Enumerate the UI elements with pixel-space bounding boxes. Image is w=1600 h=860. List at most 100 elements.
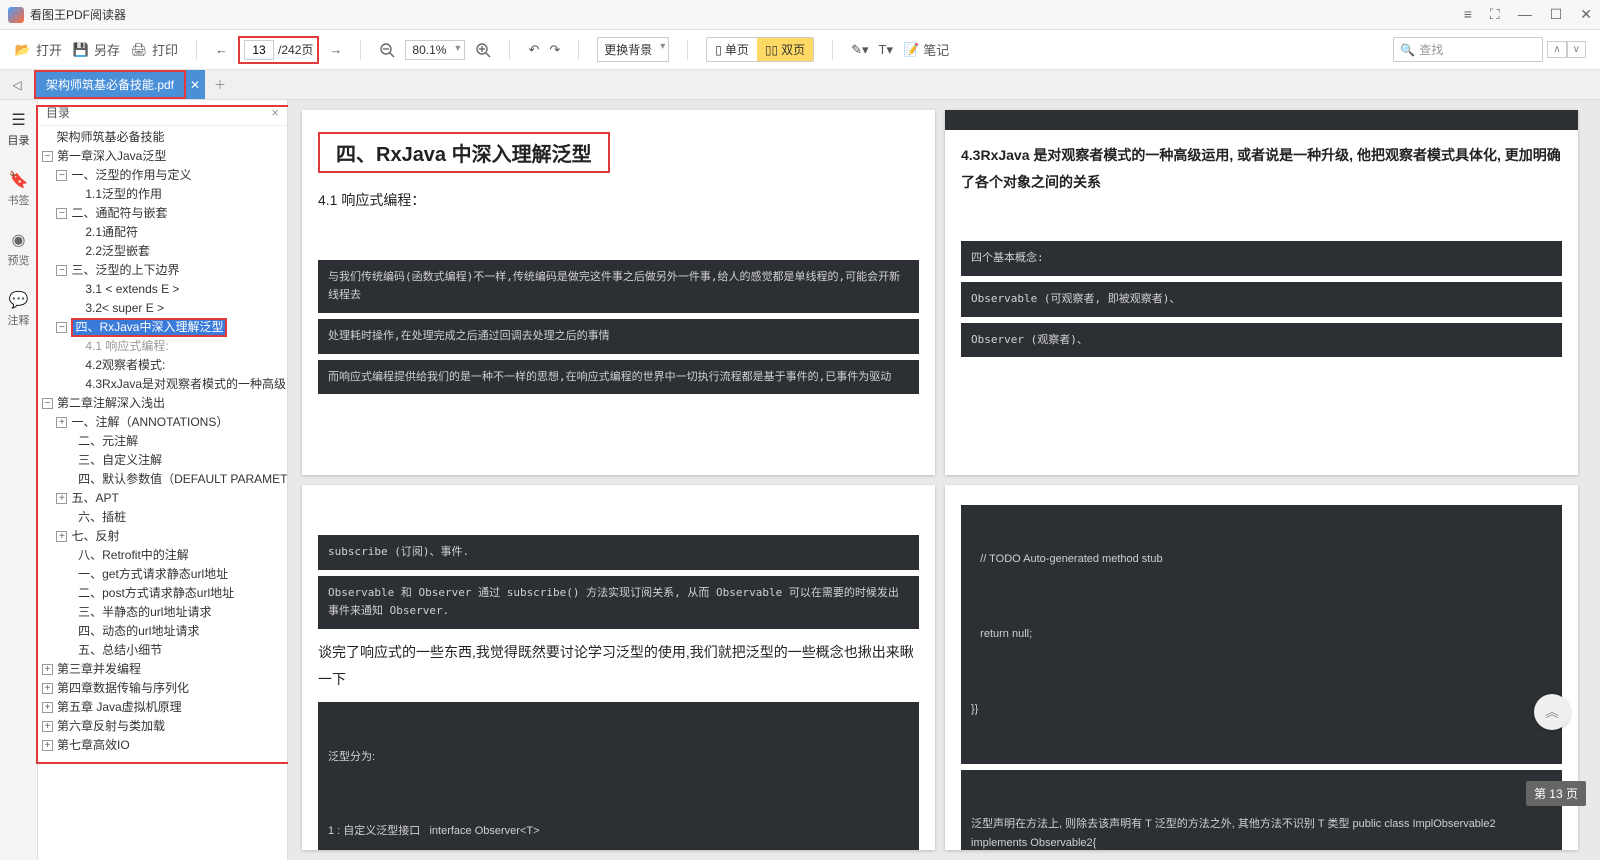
toc-item[interactable]: 三、自定义注解: [42, 451, 285, 470]
toc-item[interactable]: 3.1 < extends E >: [42, 280, 285, 299]
print-button[interactable]: 🖨打印: [130, 40, 178, 59]
code-block: 泛型分为: 1 : 自定义泛型接口 interface Observer<T> …: [318, 702, 919, 850]
toc-item[interactable]: 四、动态的url地址请求: [42, 622, 285, 641]
toc-ch2[interactable]: −第二章注解深入浅出: [42, 394, 285, 413]
rail-toc[interactable]: ☰目录: [8, 110, 30, 148]
toc-item[interactable]: 二、元注解: [42, 432, 285, 451]
save-icon: 💾: [72, 41, 90, 59]
toc-item[interactable]: 4.2观察者模式:: [42, 356, 285, 375]
app-title: 看图王PDF阅读器: [30, 6, 126, 23]
toc-item[interactable]: 八、Retrofit中的注解: [42, 546, 285, 565]
undo-button[interactable]: ↶: [528, 42, 539, 58]
body-text: 4.3RxJava 是对观察者模式的一种高级运用, 或者说是一种升级, 他把观察…: [961, 142, 1562, 195]
view-toggle: ▯单页 ▯▯双页: [706, 37, 814, 62]
toc-item[interactable]: −三、泛型的上下边界: [42, 261, 285, 280]
toc-item[interactable]: 二、post方式请求静态url地址: [42, 584, 285, 603]
close-icon[interactable]: ✕: [1580, 6, 1592, 23]
menu-icon[interactable]: ≡: [1464, 6, 1472, 23]
single-page-button[interactable]: ▯单页: [707, 38, 757, 61]
maximize-icon[interactable]: ☐: [1550, 6, 1563, 23]
zoom-select[interactable]: 80.1%: [405, 40, 465, 60]
toc-item[interactable]: 三、半静态的url地址请求: [42, 603, 285, 622]
page-bottom-right: // TODO Auto-generated method stub retur…: [945, 485, 1578, 850]
code-block: // TODO Auto-generated method stub retur…: [961, 505, 1562, 764]
bookmark-icon: 🔖: [9, 170, 29, 190]
toolbar: 📂打开 💾另存 🖨打印 ← /242页 → 80.1% ↶ ↷ 更换背景 ▯单页…: [0, 30, 1600, 70]
page-area[interactable]: 四、RxJava 中深入理解泛型 4.1 响应式编程： 与我们传统编码(函数式编…: [288, 100, 1600, 860]
toc-item[interactable]: 4.3RxJava是对观察者模式的一种高级: [42, 375, 285, 394]
new-tab-button[interactable]: ＋: [205, 70, 235, 99]
redo-button[interactable]: ↷: [549, 42, 560, 58]
double-page-icon: ▯▯: [765, 43, 778, 57]
toc-item[interactable]: 一、get方式请求静态url地址: [42, 565, 285, 584]
toc-item[interactable]: 3.2< super E >: [42, 299, 285, 318]
toc-item[interactable]: +七、反射: [42, 527, 285, 546]
tab-close-button[interactable]: ✕: [185, 70, 205, 99]
toc-ch1[interactable]: −第一章深入Java泛型: [42, 147, 285, 166]
toc-item[interactable]: 五、总结小细节: [42, 641, 285, 660]
next-page-button[interactable]: →: [329, 42, 342, 57]
saveas-button[interactable]: 💾另存: [72, 40, 120, 59]
zoom-in-button[interactable]: [475, 42, 491, 58]
toc-item[interactable]: 2.2泛型嵌套: [42, 242, 285, 261]
double-page-button[interactable]: ▯▯双页: [757, 38, 813, 61]
code-block: 而响应式编程提供给我们的是一种不一样的思想,在响应式编程的世界中一切执行流程都是…: [318, 360, 919, 395]
toc-icon: ☰: [11, 110, 25, 130]
code-block: 泛型声明在方法上, 则除去该声明有 T 泛型的方法之外, 其他方法不识别 T 类…: [961, 770, 1562, 850]
toc-ch3[interactable]: +第三章并发编程: [42, 660, 285, 679]
code-block: Observer (观察者)、: [961, 323, 1562, 358]
toc-close-button[interactable]: ×: [271, 105, 279, 120]
folder-icon: 📂: [14, 41, 32, 59]
toc-item[interactable]: 1.1泛型的作用: [42, 185, 285, 204]
code-block: 四个基本概念:: [961, 241, 1562, 276]
toc-ch6[interactable]: +第六章反射与类加载: [42, 717, 285, 736]
notes-icon: 📝: [903, 42, 919, 58]
page-number-box: /242页: [238, 36, 319, 64]
rail-bookmark[interactable]: 🔖书签: [8, 170, 30, 208]
toc-item[interactable]: 4.1 响应式编程:: [42, 337, 285, 356]
search-input[interactable]: 🔍 查找: [1393, 37, 1543, 62]
rail-annot[interactable]: 💬注释: [8, 290, 30, 328]
notes-button[interactable]: 📝笔记: [903, 40, 949, 59]
toc-ch7[interactable]: +第七章高效IO: [42, 736, 285, 755]
background-select[interactable]: 更换背景: [597, 37, 669, 62]
page-top-right: 4.3RxJava 是对观察者模式的一种高级运用, 或者说是一种升级, 他把观察…: [945, 110, 1578, 475]
toc-item[interactable]: −一、泛型的作用与定义: [42, 166, 285, 185]
open-button[interactable]: 📂打开: [14, 40, 62, 59]
highlight-button[interactable]: ✎▾: [851, 42, 868, 58]
fullscreen-icon[interactable]: ⛶: [1490, 6, 1500, 23]
left-rail: ☰目录 🔖书签 ◉预览 💬注释: [0, 100, 38, 860]
code-block: 与我们传统编码(函数式编程)不一样,传统编码是做完这件事之后做另外一件事,给人的…: [318, 260, 919, 313]
toc-item[interactable]: 四、默认参数值（DEFAULT PARAMETE: [42, 470, 285, 489]
toc-item[interactable]: 2.1通配符: [42, 223, 285, 242]
toc-item[interactable]: +一、注解（ANNOTATIONS）: [42, 413, 285, 432]
rail-preview[interactable]: ◉预览: [8, 230, 30, 268]
toc-ch5[interactable]: +第五章 Java虚拟机原理: [42, 698, 285, 717]
toc-ch4[interactable]: +第四章数据传输与序列化: [42, 679, 285, 698]
toc-item[interactable]: −二、通配符与嵌套: [42, 204, 285, 223]
toc-root[interactable]: 架构师筑基必备技能: [42, 128, 285, 147]
toc-header: 目录 ×: [38, 100, 287, 126]
app-icon: [8, 7, 24, 23]
minimize-icon[interactable]: —: [1518, 6, 1532, 23]
body-text: 谈完了响应式的一些东西,我觉得既然要讨论学习泛型的使用,我们就把泛型的一些概念也…: [318, 639, 919, 692]
annot-icon: 💬: [9, 290, 29, 310]
code-block: Observable (可观察者, 即被观察者)、: [961, 282, 1562, 317]
toc-title: 目录: [46, 104, 70, 121]
search-next-button[interactable]: ∨: [1567, 41, 1586, 58]
page-input[interactable]: [244, 40, 274, 60]
page-total: /242页: [278, 41, 313, 58]
back-to-top-button[interactable]: ︽: [1534, 694, 1570, 730]
text-button[interactable]: T▾: [879, 42, 893, 58]
window-controls: ≡ ⛶ — ☐ ✕: [1464, 6, 1592, 23]
collapse-sidebar-button[interactable]: ◁: [0, 70, 34, 99]
toc-item[interactable]: 六、插桩: [42, 508, 285, 527]
document-tab[interactable]: 架构师筑基必备技能.pdf: [34, 70, 186, 99]
zoom-out-button[interactable]: [379, 42, 395, 58]
code-block: Observable 和 Observer 通过 subscribe() 方法实…: [318, 576, 919, 629]
search-prev-button[interactable]: ∧: [1547, 41, 1566, 58]
prev-page-button[interactable]: ←: [215, 42, 228, 57]
toc-item[interactable]: +五、APT: [42, 489, 285, 508]
toc-item-selected[interactable]: −四、RxJava中深入理解泛型: [42, 318, 285, 337]
section-title: 四、RxJava 中深入理解泛型: [318, 132, 610, 173]
